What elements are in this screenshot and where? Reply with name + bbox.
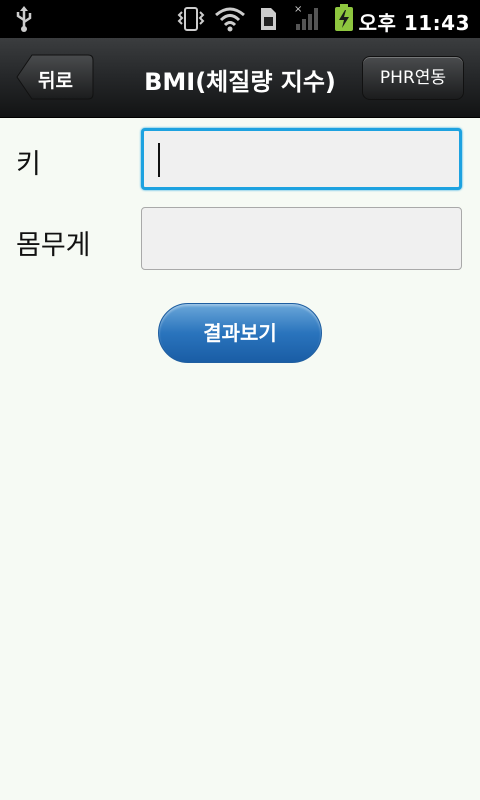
title-bar: 뒤로 BMI(체질량 지수) PHR연동 <box>0 38 480 118</box>
vibrate-icon <box>176 6 206 36</box>
usb-icon <box>14 6 34 36</box>
status-time: 오후 11:43 <box>358 11 470 35</box>
weight-label: 몸무게 <box>16 230 91 261</box>
battery-charging-icon <box>334 4 354 36</box>
wifi-icon <box>214 5 246 37</box>
signal-icon: × <box>294 4 322 36</box>
height-label: 키 <box>16 149 41 180</box>
weight-input[interactable] <box>141 207 462 270</box>
text-cursor <box>158 143 160 177</box>
height-input[interactable] <box>141 128 462 190</box>
phr-sync-button[interactable]: PHR연동 <box>362 56 464 100</box>
view-result-button[interactable]: 결과보기 <box>158 303 322 363</box>
back-button[interactable]: 뒤로 <box>16 54 94 100</box>
svg-text:×: × <box>294 4 302 15</box>
status-bar: × 오후 11:43 <box>0 0 480 38</box>
sim-icon <box>258 6 278 36</box>
back-button-label: 뒤로 <box>38 70 73 92</box>
page-title: BMI(체질량 지수) <box>144 68 336 96</box>
